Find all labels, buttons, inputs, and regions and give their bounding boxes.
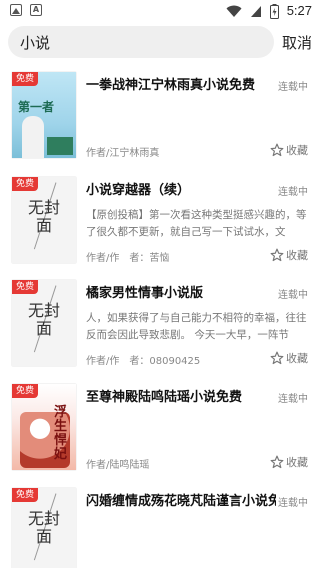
book-author: 作者/陆鸣陆瑶 bbox=[86, 460, 150, 471]
favorite-label: 收藏 bbox=[286, 456, 308, 469]
book-author: 作者/作 者：08090425 bbox=[86, 356, 201, 367]
book-cover[interactable]: 免费 无封面 bbox=[12, 488, 76, 568]
star-icon bbox=[270, 248, 284, 262]
clock: 5:27 bbox=[286, 3, 312, 18]
book-status: 连载中 bbox=[278, 290, 308, 301]
list-item[interactable]: 免费 无封面 闪婚缠情成殇花晓芃陆谨言小说免费 连载中 bbox=[0, 482, 320, 568]
battery-icon bbox=[269, 3, 279, 19]
free-badge: 免费 bbox=[12, 280, 38, 294]
book-cover[interactable]: 免费 浮生悍妃 bbox=[12, 384, 76, 470]
favorite-button[interactable]: 收藏 bbox=[270, 454, 308, 470]
book-title[interactable]: 橘家男性情事小说版 bbox=[86, 282, 276, 301]
cover-title-art: 浮生悍妃 bbox=[54, 405, 68, 462]
book-status: 连载中 bbox=[278, 394, 308, 405]
no-cover-text: 无封面 bbox=[27, 301, 60, 338]
book-title[interactable]: 小说穿越器（续） bbox=[86, 179, 276, 198]
book-cover[interactable]: 免费 无封面 bbox=[12, 177, 76, 263]
no-cover-text: 无封面 bbox=[27, 198, 60, 235]
book-status: 连载中 bbox=[278, 498, 308, 509]
free-badge: 免费 bbox=[12, 384, 38, 398]
star-icon bbox=[270, 143, 284, 157]
book-author: 作者/江宁林雨真 bbox=[86, 148, 160, 159]
favorite-button[interactable]: 收藏 bbox=[270, 350, 308, 366]
system-icons: 5:27 bbox=[226, 3, 312, 19]
star-icon bbox=[270, 455, 284, 469]
list-item[interactable]: 免费 无封面 橘家男性情事小说版 连载中 人，如果获得了与自己能力不相符的幸福，… bbox=[0, 274, 320, 378]
signal-icon bbox=[250, 5, 261, 17]
no-cover-text: 无封面 bbox=[27, 509, 60, 546]
book-title[interactable]: 一拳战神江宁林雨真小说免费 bbox=[86, 74, 276, 93]
image-notification-icon bbox=[10, 4, 22, 16]
favorite-label: 收藏 bbox=[286, 144, 308, 157]
book-status: 连载中 bbox=[278, 82, 308, 93]
free-badge: 免费 bbox=[12, 488, 38, 502]
favorite-button[interactable]: 收藏 bbox=[270, 247, 308, 263]
star-icon bbox=[270, 351, 284, 365]
list-item[interactable]: 免费 无封面 小说穿越器（续） 连载中 【原创投稿】第一次看这种类型挺感兴趣的，… bbox=[0, 171, 320, 275]
book-author: 作者/作 者：苦恼 bbox=[86, 253, 170, 264]
free-badge: 免费 bbox=[12, 177, 38, 191]
wifi-icon bbox=[226, 5, 242, 17]
cover-plate bbox=[47, 137, 73, 155]
text-notification-icon: A bbox=[30, 4, 42, 16]
book-description: 【原创投稿】第一次看这种类型挺感兴趣的，等了很久都不更新，就自己写一下试试水，文 bbox=[86, 209, 307, 238]
cover-title-art: 第一者 bbox=[18, 100, 55, 114]
notification-icons: A bbox=[10, 4, 42, 16]
status-bar: A 5:27 bbox=[0, 0, 320, 22]
book-cover[interactable]: 免费 无封面 bbox=[12, 280, 76, 366]
book-title[interactable]: 至尊神殿陆鸣陆瑶小说免费 bbox=[86, 386, 276, 405]
book-cover[interactable]: 免费 第一者 bbox=[12, 72, 76, 158]
free-badge: 免费 bbox=[12, 72, 38, 86]
search-header: 小说 取消 bbox=[0, 26, 320, 62]
book-description: 人，如果获得了与自己能力不相符的幸福，往往反而会因此导致悲剧。 今天一大早，一阵… bbox=[86, 312, 307, 341]
book-title[interactable]: 闪婚缠情成殇花晓芃陆谨言小说免费 bbox=[86, 490, 276, 509]
favorite-label: 收藏 bbox=[286, 249, 308, 262]
list-item[interactable]: 免费 浮生悍妃 至尊神殿陆鸣陆瑶小说免费 连载中 作者/陆鸣陆瑶 收藏 bbox=[0, 378, 320, 482]
list-item[interactable]: 免费 第一者 一拳战神江宁林雨真小说免费 连载中 作者/江宁林雨真 收藏 bbox=[0, 66, 320, 170]
cover-figure bbox=[22, 116, 44, 158]
book-status: 连载中 bbox=[278, 187, 308, 198]
favorite-button[interactable]: 收藏 bbox=[270, 142, 308, 158]
favorite-label: 收藏 bbox=[286, 352, 308, 365]
search-input[interactable]: 小说 bbox=[8, 26, 274, 58]
cancel-button[interactable]: 取消 bbox=[282, 32, 312, 53]
search-query: 小说 bbox=[20, 34, 51, 52]
